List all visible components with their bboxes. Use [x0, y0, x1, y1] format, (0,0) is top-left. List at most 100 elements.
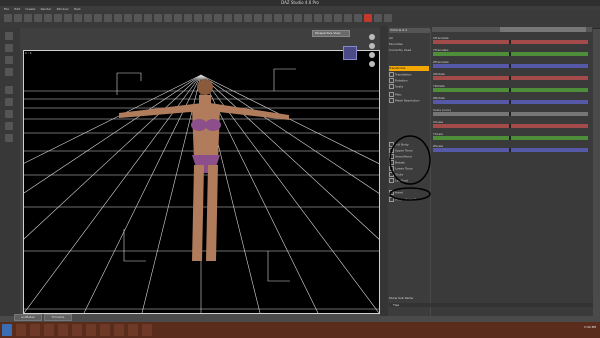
tool-icon[interactable] [64, 14, 72, 22]
slider-knob[interactable] [509, 148, 511, 152]
tool-icon[interactable] [144, 14, 152, 22]
tool-icon[interactable] [334, 14, 342, 22]
tool-icon[interactable] [164, 14, 172, 22]
slider-knob[interactable] [509, 40, 511, 44]
group-item[interactable]: Rotation [389, 78, 429, 83]
tool-icon[interactable] [5, 44, 13, 52]
camera-dropdown[interactable]: Perspective View [312, 30, 350, 37]
tool-icon[interactable] [124, 14, 132, 22]
tool-icon[interactable] [114, 14, 122, 22]
tool-icon[interactable] [104, 14, 112, 22]
slider-knob[interactable] [509, 88, 511, 92]
taskbar-app-icon[interactable] [16, 324, 26, 336]
group-item[interactable]: Favorites [389, 42, 429, 47]
taskbar-app-icon[interactable] [44, 324, 54, 336]
tool-icon[interactable] [94, 14, 102, 22]
slider-knob[interactable] [509, 112, 511, 116]
tool-icon[interactable] [294, 14, 302, 22]
tool-icon[interactable] [5, 68, 13, 76]
param-slider[interactable] [433, 112, 588, 116]
view-cube[interactable] [343, 46, 357, 60]
slider-knob[interactable] [509, 136, 511, 140]
tool-icon[interactable] [24, 14, 32, 22]
param-slider[interactable] [433, 76, 588, 80]
checkbox[interactable] [389, 78, 394, 83]
tool-icon[interactable] [5, 122, 13, 130]
taskbar-app-icon[interactable] [128, 324, 138, 336]
tool-icon[interactable] [5, 98, 13, 106]
taskbar-app-icon[interactable] [86, 324, 96, 336]
checkbox[interactable] [389, 72, 394, 77]
tool-icon[interactable] [214, 14, 222, 22]
group-item[interactable]: Currently Used [389, 48, 429, 53]
group-item[interactable]: Misc [389, 92, 429, 97]
tool-icon[interactable] [134, 14, 142, 22]
tool-icon[interactable] [274, 14, 282, 22]
render-icon[interactable] [364, 14, 372, 22]
tool-icon[interactable] [4, 14, 12, 22]
slider-knob[interactable] [509, 64, 511, 68]
tool-icon[interactable] [34, 14, 42, 22]
taskbar-app-icon[interactable] [142, 324, 152, 336]
tool-icon[interactable] [14, 14, 22, 22]
tool-icon[interactable] [234, 14, 242, 22]
tool-icon[interactable] [174, 14, 182, 22]
tool-icon[interactable] [5, 134, 13, 142]
start-icon[interactable] [2, 324, 12, 336]
taskbar-app-icon[interactable] [58, 324, 68, 336]
search-input[interactable] [500, 27, 586, 32]
param-slider[interactable] [433, 40, 588, 44]
pan-icon[interactable] [369, 43, 375, 49]
tool-icon[interactable] [154, 14, 162, 22]
group-item[interactable]: Scale [389, 84, 429, 89]
param-slider[interactable] [433, 64, 588, 68]
node-selector[interactable]: Victoria 6.2 [389, 28, 430, 33]
tool-icon[interactable] [384, 14, 392, 22]
tab-animate2[interactable]: aniMate2 [14, 314, 42, 321]
group-item[interactable]: Mesh Resolution [389, 98, 429, 103]
param-slider[interactable] [433, 52, 588, 56]
frame-icon[interactable] [369, 61, 375, 67]
tool-icon[interactable] [5, 86, 13, 94]
group-item[interactable]: All [389, 36, 429, 41]
tool-icon[interactable] [74, 14, 82, 22]
taskbar-app-icon[interactable] [72, 324, 82, 336]
slider-knob[interactable] [509, 52, 511, 56]
viewport-3d[interactable] [23, 50, 380, 314]
tool-icon[interactable] [5, 56, 13, 64]
taskbar-app-icon[interactable] [114, 324, 124, 336]
tool-icon[interactable] [354, 14, 362, 22]
tool-icon[interactable] [5, 32, 13, 40]
checkbox[interactable] [389, 98, 394, 103]
tool-icon[interactable] [224, 14, 232, 22]
tool-icon[interactable] [84, 14, 92, 22]
tool-icon[interactable] [184, 14, 192, 22]
checkbox[interactable] [389, 84, 394, 89]
param-slider[interactable] [433, 148, 588, 152]
group-item-selected[interactable]: Transforms [389, 66, 429, 71]
tab-timeline[interactable]: Timeline [44, 314, 72, 321]
taskbar-app-icon[interactable] [100, 324, 110, 336]
tool-icon[interactable] [284, 14, 292, 22]
tool-icon[interactable] [44, 14, 52, 22]
group-item[interactable]: Translation [389, 72, 429, 77]
tool-icon[interactable] [254, 14, 262, 22]
tool-icon[interactable] [344, 14, 352, 22]
tool-icon[interactable] [374, 14, 382, 22]
slider-knob[interactable] [509, 100, 511, 104]
param-slider[interactable] [433, 124, 588, 128]
param-slider[interactable] [433, 88, 588, 92]
tool-icon[interactable] [304, 14, 312, 22]
slider-knob[interactable] [509, 124, 511, 128]
tool-icon[interactable] [54, 14, 62, 22]
param-slider[interactable] [433, 136, 588, 140]
taskbar-app-icon[interactable] [30, 324, 40, 336]
tool-icon[interactable] [314, 14, 322, 22]
show-sub-items-toggle[interactable]: Show Sub Items [389, 296, 429, 301]
tool-icon[interactable] [244, 14, 252, 22]
tool-icon[interactable] [5, 110, 13, 118]
orbit-icon[interactable] [369, 34, 375, 40]
tool-icon[interactable] [324, 14, 332, 22]
zoom-icon[interactable] [369, 52, 375, 58]
param-slider[interactable] [433, 100, 588, 104]
